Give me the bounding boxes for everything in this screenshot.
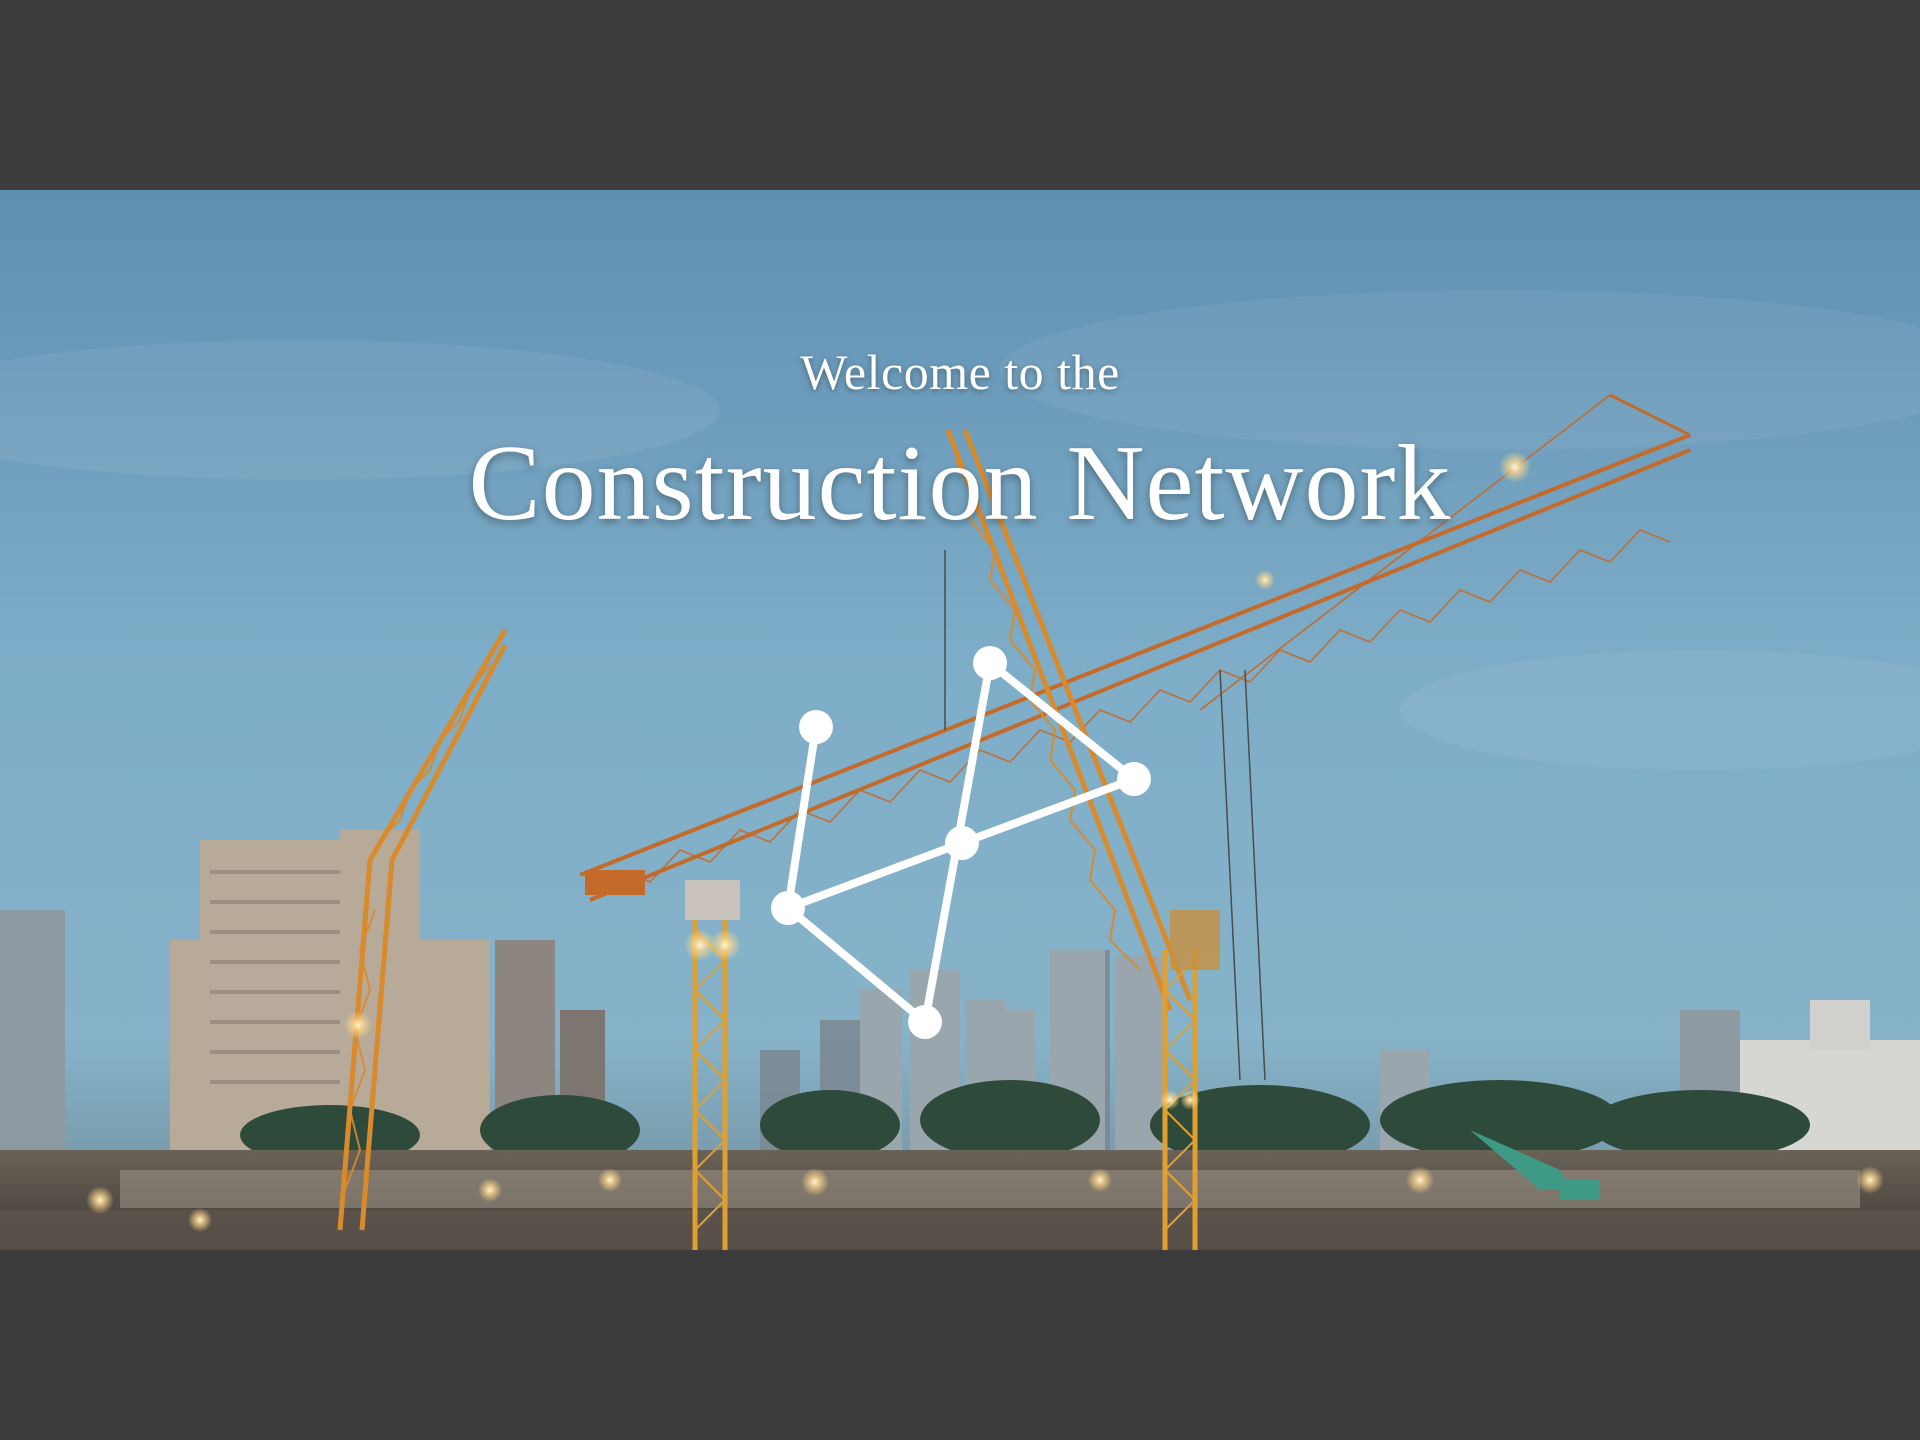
letterbox-top [0,0,1920,190]
hero-banner: Welcome to the Construction Network [0,190,1920,1250]
page: Welcome to the Construction Network [0,0,1920,1440]
letterbox-bottom [0,1250,1920,1440]
network-nodes-icon [771,646,1151,1039]
